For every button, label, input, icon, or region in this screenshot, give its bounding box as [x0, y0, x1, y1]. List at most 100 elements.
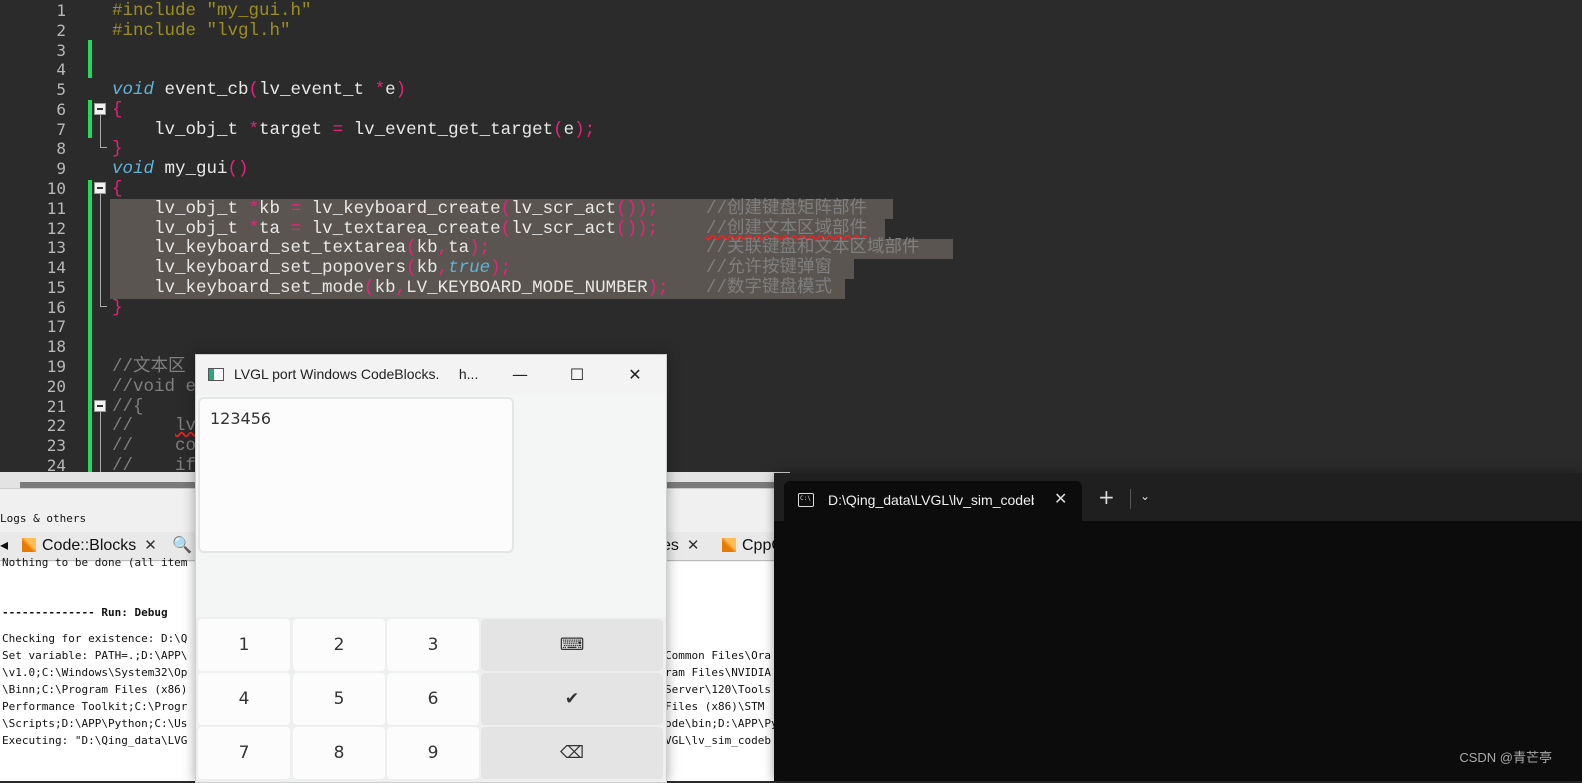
log-line: Server\120\Tools [665, 683, 771, 696]
param: e [385, 80, 396, 100]
assign-op: = [332, 120, 344, 140]
key-1[interactable]: 1 [198, 619, 290, 671]
pointer-op: * [248, 219, 260, 239]
line-number: 23 [46, 436, 66, 455]
code-line-kb-create[interactable]: lv_obj_t *kb = lv_keyboard_create(lv_scr… [112, 199, 658, 219]
magnifier-icon: 🔍 [172, 537, 192, 554]
backspace-button[interactable]: ⌫ [481, 727, 663, 779]
var: kb [259, 199, 291, 219]
function-call: lv_textarea_create [301, 219, 501, 239]
paren: ( [500, 219, 512, 239]
chevron-down-icon[interactable]: ⌄ [1140, 489, 1150, 503]
keyword: void [112, 159, 155, 179]
code-line-ta-create[interactable]: lv_obj_t *ta = lv_textarea_create(lv_scr… [112, 219, 658, 239]
line-number: 11 [46, 199, 66, 218]
code-line-brace[interactable]: } [112, 298, 123, 318]
code-line-brace[interactable]: { [112, 179, 123, 199]
maximize-button[interactable]: ☐ [565, 363, 589, 387]
code-line-include[interactable]: #include "lvgl.h" [112, 21, 291, 41]
arg: kb [416, 258, 438, 278]
key-8[interactable]: 8 [293, 727, 385, 779]
code-line-set-mode[interactable]: lv_keyboard_set_mode(kb,LV_KEYBOARD_MODE… [112, 278, 669, 298]
key-3[interactable]: 3 [387, 619, 479, 671]
fold-toggle-icon[interactable] [94, 103, 106, 115]
log-line: \Binn;C:\Program Files (x86) [2, 683, 188, 696]
line-number: 9 [56, 159, 66, 178]
code-line-comment[interactable]: // lv [112, 416, 196, 436]
close-button[interactable]: ✕ [623, 363, 647, 387]
lvgl-simulator-window: LVGL port Windows CodeBlocks. h... — ☐ ✕… [195, 354, 667, 783]
code-line-set-popovers[interactable]: lv_keyboard_set_popovers(kb,true); [112, 258, 511, 278]
log-line: -------------- Run: Debug [2, 606, 168, 619]
key-9[interactable]: 9 [387, 727, 479, 779]
paren: ); [469, 238, 491, 258]
fold-toggle-icon[interactable] [94, 182, 106, 194]
code-line-comment[interactable]: // con [112, 436, 207, 456]
function-call: lv_keyboard_create [301, 199, 501, 219]
code-line-comment[interactable]: //void ev [112, 377, 207, 397]
log-line: Executing: "D:\Qing_data\LVG [2, 734, 188, 747]
function-call: lv_scr_act [511, 219, 617, 239]
key-6[interactable]: 6 [387, 673, 479, 725]
code-comment: //允许按键弹窗 [706, 258, 833, 278]
line-number: 10 [46, 179, 66, 198]
line-number: 1 [56, 1, 66, 20]
var: target [259, 120, 333, 140]
pencil-icon [722, 538, 736, 552]
minimize-button[interactable]: — [508, 363, 532, 387]
keyboard-mode-button[interactable]: ⌨ [481, 619, 663, 671]
log-line: Performance Toolkit;C:\Progr [2, 700, 188, 713]
tab-close-icon[interactable]: ✕ [687, 537, 700, 554]
code-comment: //数字键盘模式 [706, 278, 833, 298]
log-line: Common Files\Ora [665, 649, 771, 662]
log-line: Checking for existence: D:\Q [2, 632, 188, 645]
assign-op: = [290, 199, 302, 219]
paren: ()); [616, 219, 659, 239]
key-7[interactable]: 7 [198, 727, 290, 779]
line-number: 2 [56, 21, 66, 40]
window-title-tail: h... [458, 366, 479, 382]
tab-debugger[interactable]: es ✕ [662, 534, 699, 558]
function-call: lv_keyboard_set_popovers [112, 258, 407, 278]
terminal-tab[interactable]: C:\ D:\Qing_data\LVGL\lv_sim_codeblocks_… [784, 481, 1082, 521]
line-number-gutter: 1 2 3 4 5 6 7 8 9 10 11 12 13 14 15 16 1… [0, 0, 70, 480]
code-line-target[interactable]: lv_obj_t *target = lv_event_get_target(e… [112, 120, 595, 140]
key-2[interactable]: 2 [293, 619, 385, 671]
fold-toggle-icon[interactable] [94, 400, 106, 412]
comment-text: //创建文本区域部件 [706, 219, 868, 239]
line-number: 3 [56, 41, 66, 60]
tab-close-icon[interactable]: ✕ [144, 537, 157, 554]
code-line-event-cb[interactable]: void event_cb(lv_event_t *e) [112, 80, 406, 100]
function-call: lv_scr_act [511, 199, 617, 219]
code-line-include[interactable]: #include "my_gui.h" [112, 1, 312, 21]
window-titlebar[interactable]: LVGL port Windows CodeBlocks. h... — ☐ ✕ [196, 355, 666, 395]
code-line-my-gui[interactable]: void my_gui() [112, 159, 249, 179]
paren: ( [406, 258, 417, 278]
new-tab-button[interactable]: + [1098, 487, 1115, 507]
line-number: 6 [56, 100, 66, 119]
code-line-brace[interactable]: { [112, 100, 123, 120]
code-comment: //关联键盘和文本区域部件 [706, 238, 920, 258]
code-line-brace[interactable]: } [112, 139, 123, 159]
terminal-window[interactable]: C:\ D:\Qing_data\LVGL\lv_sim_codeblocks_… [774, 473, 1582, 781]
comment-text: lv [175, 416, 197, 436]
window-title: LVGL port Windows CodeBlocks. h... [234, 366, 478, 382]
change-marker [88, 100, 92, 138]
terminal-output[interactable] [774, 521, 1582, 781]
code-line-set-textarea[interactable]: lv_keyboard_set_textarea(kb,ta); [112, 238, 490, 258]
code-line-comment[interactable]: //文本区 [112, 357, 186, 377]
tab-label: Code::Blocks [42, 537, 137, 554]
code-line-comment[interactable]: //{ [112, 397, 144, 417]
ok-button[interactable]: ✔ [481, 673, 663, 725]
function-call: lv_keyboard_set_mode [112, 278, 365, 298]
paren: ( [500, 199, 512, 219]
textarea[interactable]: 123456 [198, 397, 514, 553]
type: lv_obj_t [112, 120, 249, 140]
type: lv_event_t [259, 80, 375, 100]
close-icon[interactable]: ✕ [1054, 489, 1067, 508]
key-5[interactable]: 5 [293, 673, 385, 725]
paren: ); [574, 120, 596, 140]
keyword: true [448, 258, 491, 278]
backspace-icon: ⌫ [559, 743, 585, 763]
key-4[interactable]: 4 [198, 673, 290, 725]
